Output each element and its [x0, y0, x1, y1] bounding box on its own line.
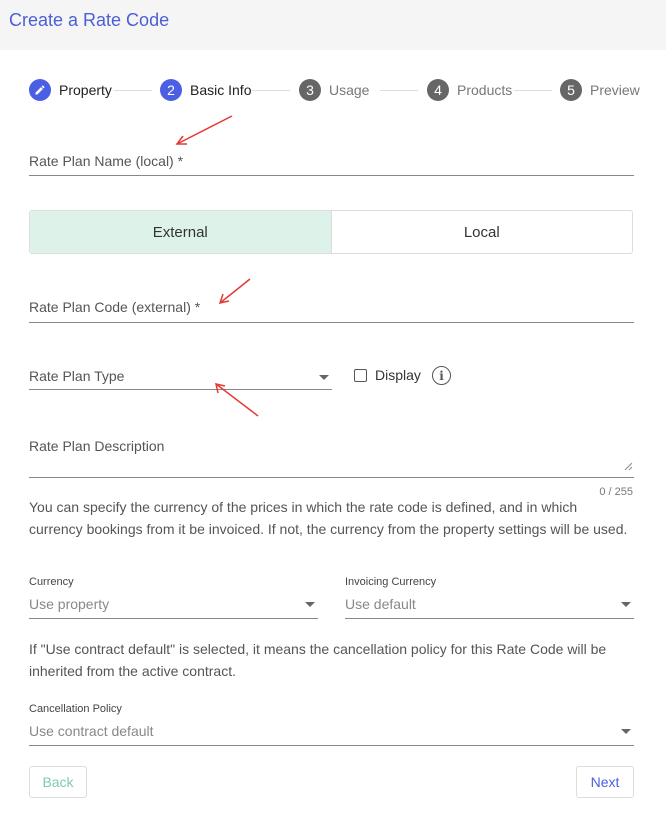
step-usage[interactable]: 3 Usage — [299, 78, 369, 102]
chevron-down-icon[interactable] — [621, 729, 631, 734]
annotation-arrow-icon — [175, 115, 233, 145]
cancellation-policy-underline — [29, 745, 634, 746]
rate-plan-description-label: Rate Plan Description — [29, 438, 165, 454]
step-preview[interactable]: 5 Preview — [560, 78, 640, 102]
resize-handle-icon[interactable] — [624, 462, 633, 471]
rate-plan-description-field[interactable]: Rate Plan Description — [29, 438, 164, 456]
step-basic-info-circle: 2 — [160, 79, 182, 101]
source-toggle: External Local — [29, 210, 633, 254]
step-connector — [380, 90, 418, 91]
rate-plan-type-underline — [29, 389, 332, 390]
stepper: Property 2 Basic Info 3 Usage 4 Products… — [0, 78, 666, 104]
step-products[interactable]: 4 Products — [427, 78, 512, 102]
step-products-circle: 4 — [427, 79, 449, 101]
currency-label: Currency — [29, 576, 74, 588]
step-basic-info-label: Basic Info — [190, 82, 252, 98]
step-usage-circle: 3 — [299, 79, 321, 101]
cancellation-policy-select[interactable]: Use contract default — [29, 723, 154, 739]
currency-help-text: You can specify the currency of the pric… — [29, 499, 628, 537]
step-property-circle — [29, 79, 51, 101]
rate-plan-code-label: Rate Plan Code (external) * — [29, 299, 201, 315]
currency-underline — [29, 618, 318, 619]
cancellation-help-text: If "Use contract default" is selected, i… — [29, 641, 607, 679]
rate-plan-type-select[interactable]: Rate Plan Type — [29, 368, 124, 386]
page-header: Create a Rate Code — [0, 0, 666, 50]
step-connector — [252, 90, 290, 91]
rate-plan-description-underline — [29, 477, 634, 478]
pencil-icon — [35, 85, 45, 95]
rate-plan-name-label: Rate Plan Name (local) * — [29, 153, 184, 169]
invoicing-currency-underline — [345, 618, 634, 619]
step-property-label: Property — [59, 82, 112, 98]
toggle-local[interactable]: Local — [330, 211, 633, 253]
step-basic-info[interactable]: 2 Basic Info — [160, 78, 251, 102]
annotation-arrows — [175, 115, 259, 417]
invoicing-currency-select[interactable]: Use default — [345, 596, 416, 612]
rate-plan-name-field[interactable]: Rate Plan Name (local) * — [29, 153, 183, 171]
toggle-external[interactable]: External — [30, 211, 331, 253]
step-preview-circle: 5 — [560, 79, 582, 101]
page-title: Create a Rate Code — [9, 10, 170, 30]
display-checkbox[interactable] — [354, 369, 367, 382]
rate-plan-code-underline — [29, 322, 634, 323]
step-connector — [514, 90, 552, 91]
display-label: Display — [375, 367, 421, 383]
rate-plan-code-field[interactable]: Rate Plan Code (external) * — [29, 299, 200, 317]
invoicing-currency-label: Invoicing Currency — [345, 576, 437, 588]
next-button[interactable]: Next — [576, 766, 634, 798]
chevron-down-icon[interactable] — [621, 602, 631, 607]
rate-plan-name-underline — [29, 175, 634, 176]
currency-select[interactable]: Use property — [29, 596, 109, 612]
step-usage-label: Usage — [329, 82, 370, 98]
cancellation-policy-label: Cancellation Policy — [29, 703, 122, 715]
annotation-arrow-icon — [218, 278, 251, 305]
chevron-down-icon[interactable] — [305, 602, 315, 607]
chevron-down-icon[interactable] — [319, 375, 329, 380]
rate-plan-type-label: Rate Plan Type — [29, 368, 125, 384]
step-connector — [114, 90, 152, 91]
back-button[interactable]: Back — [29, 766, 87, 798]
step-preview-label: Preview — [590, 82, 640, 98]
info-icon[interactable]: i — [432, 366, 451, 385]
step-products-label: Products — [457, 82, 513, 98]
step-property[interactable]: Property — [29, 78, 112, 102]
